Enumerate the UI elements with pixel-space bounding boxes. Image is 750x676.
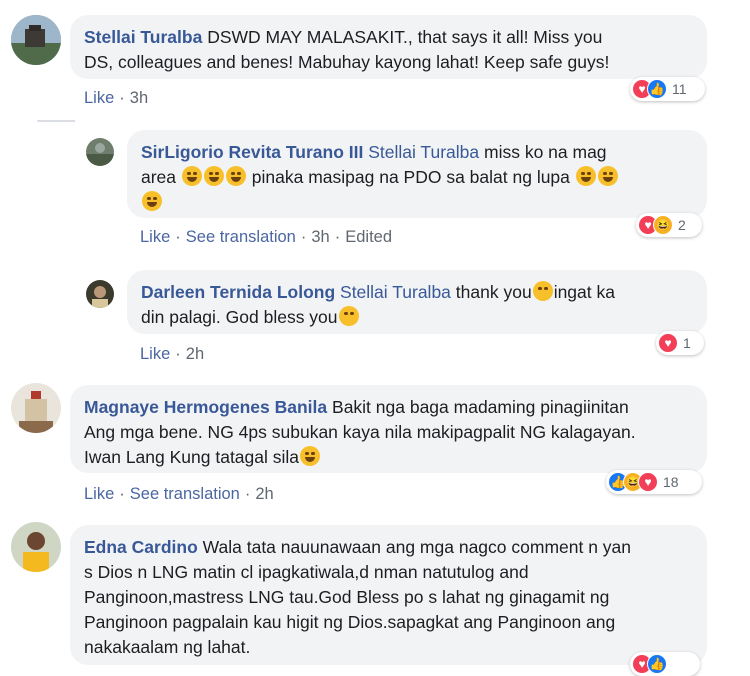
comment-text-line2: s Dios n LNG matin cl ipagkatiwala,d nma… xyxy=(84,562,529,582)
author-name[interactable]: Stellai Turalba xyxy=(84,27,202,47)
comment-text-line2: din palagi. God bless you xyxy=(141,307,338,327)
comment-text: miss ko na mag xyxy=(484,142,607,162)
love-reaction-icon: ♥ xyxy=(638,472,658,492)
rofl-emoji-icon xyxy=(181,166,202,186)
see-translation-link[interactable]: See translation xyxy=(130,485,240,503)
like-link[interactable]: Like xyxy=(140,345,170,363)
author-name[interactable]: Magnaye Hermogenes Banila xyxy=(84,397,327,417)
rofl-emoji-icon xyxy=(142,191,162,211)
author-name[interactable]: Edna Cardino xyxy=(84,537,198,557)
avatar[interactable] xyxy=(86,280,114,308)
rofl-emoji-icon xyxy=(575,166,596,186)
relieved-emoji-icon xyxy=(338,306,359,326)
comment-text-line2: DS, colleagues and benes! Mabuhay kayong… xyxy=(84,52,610,72)
avatar[interactable] xyxy=(86,138,114,166)
comment-text-line2b: pinaka masipag na PDO sa balat ng lupa xyxy=(251,167,570,187)
haha-reaction-icon: 😆 xyxy=(653,215,673,235)
comment-bubble: Magnaye Hermogenes Banila Bakit nga baga… xyxy=(70,385,707,473)
comment-actions: Like · See translation · 2h xyxy=(84,485,274,503)
reaction-summary[interactable]: ♥ 😆 2 xyxy=(636,213,702,237)
reaction-summary[interactable]: ♥ 1 xyxy=(656,331,704,355)
avatar[interactable] xyxy=(11,522,61,572)
reaction-summary[interactable]: 👍 😆 ♥ 18 xyxy=(606,470,702,494)
rofl-emoji-icon xyxy=(203,166,224,186)
see-translation-link[interactable]: See translation xyxy=(186,228,296,246)
like-reaction-icon: 👍 xyxy=(647,654,667,674)
author-name[interactable]: SirLigorio Revita Turano III xyxy=(141,142,363,162)
reaction-count: 11 xyxy=(672,81,687,97)
reaction-summary[interactable]: ♥ 👍 xyxy=(630,652,700,676)
comment-actions: Like · 2h xyxy=(140,345,205,363)
like-link[interactable]: Like xyxy=(140,228,170,246)
comment-text: DSWD MAY MALASAKIT., that says it all! M… xyxy=(207,27,603,47)
rofl-emoji-icon xyxy=(225,166,246,186)
reaction-summary[interactable]: ♥ 👍 11 xyxy=(630,77,705,101)
mention-link[interactable]: Stellai Turalba xyxy=(340,282,451,302)
comment-actions: Like · 3h xyxy=(84,89,149,107)
grinning-emoji-icon xyxy=(300,446,321,466)
edited-label[interactable]: Edited xyxy=(345,228,392,246)
reaction-count: 18 xyxy=(663,474,679,490)
kissing-emoji-icon xyxy=(532,281,553,301)
comment-text-b: ingat ka xyxy=(553,282,615,302)
like-link[interactable]: Like xyxy=(84,485,114,503)
comment-text-line2: Ang mga bene. NG 4ps subukan kaya nila m… xyxy=(84,422,636,442)
comment-text-line3: Panginoon,mastress LNG tau.God Bless po … xyxy=(84,587,610,607)
avatar[interactable] xyxy=(11,15,61,65)
comment-text-line3: Iwan Lang Kung tatagal sila xyxy=(84,447,300,467)
mention-link[interactable]: Stellai Turalba xyxy=(368,142,479,162)
reaction-count: 1 xyxy=(683,335,691,351)
reaction-count: 2 xyxy=(678,217,686,233)
comment-bubble: Darleen Ternida Lolong Stellai Turalba t… xyxy=(127,270,707,334)
rofl-emoji-icon xyxy=(597,166,618,186)
comment-bubble: Stellai Turalba DSWD MAY MALASAKIT., tha… xyxy=(70,15,707,79)
comment-text: Wala tata nauunawaan ang mga nagco comme… xyxy=(202,537,632,557)
reply-thread-line xyxy=(37,120,75,122)
comment-bubble: SirLigorio Revita Turano III Stellai Tur… xyxy=(127,130,707,218)
love-reaction-icon: ♥ xyxy=(658,333,678,353)
like-link[interactable]: Like xyxy=(84,89,114,107)
like-reaction-icon: 👍 xyxy=(647,79,667,99)
timestamp[interactable]: 3h xyxy=(130,89,148,107)
comment-text: thank you xyxy=(455,282,532,302)
comment-bubble: Edna Cardino Wala tata nauunawaan ang mg… xyxy=(70,525,707,665)
comment-text: Bakit nga baga madaming pinagiinitan xyxy=(332,397,629,417)
comment-text-line5: nakakaalam ng lahat. xyxy=(84,637,251,657)
comment-text-line4: Panginoon pagpalain kau higit ng Dios.sa… xyxy=(84,612,616,632)
avatar[interactable] xyxy=(11,383,61,433)
author-name[interactable]: Darleen Ternida Lolong xyxy=(141,282,335,302)
comment-actions: Like · See translation · 3h · Edited xyxy=(140,228,393,246)
timestamp[interactable]: 3h xyxy=(311,228,329,246)
timestamp[interactable]: 2h xyxy=(255,485,273,503)
timestamp[interactable]: 2h xyxy=(186,345,204,363)
comment-text-line2a: area xyxy=(141,167,177,187)
